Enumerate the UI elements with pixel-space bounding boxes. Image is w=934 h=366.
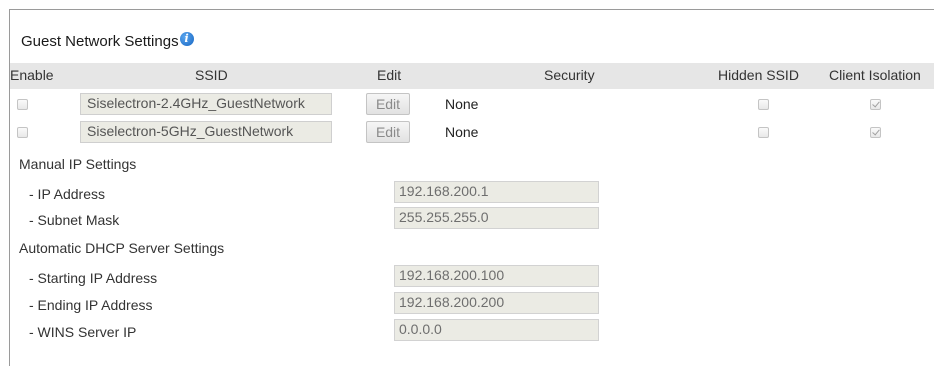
column-header-enable: Enable	[10, 67, 54, 83]
column-header-ssid: SSID	[195, 67, 228, 83]
ip-address-field[interactable]: 192.168.200.1	[394, 181, 599, 203]
info-icon[interactable]: i	[179, 31, 194, 46]
enable-checkbox[interactable]	[17, 99, 28, 110]
ssid-input[interactable]: Siselectron-5GHz_GuestNetwork	[80, 121, 332, 143]
dhcp-title: Automatic DHCP Server Settings	[19, 240, 225, 256]
column-header-security: Security	[544, 67, 595, 83]
client-isolation-checkbox[interactable]	[870, 99, 881, 110]
column-header-client-isolation: Client Isolation	[829, 67, 921, 83]
ssid-input[interactable]: Siselectron-2.4GHz_GuestNetwork	[80, 93, 332, 115]
security-value: None	[445, 96, 479, 112]
guest-network-title: Guest Network Settings	[21, 33, 179, 50]
section-title: Guest Network Settings i	[21, 31, 194, 50]
enable-checkbox[interactable]	[17, 127, 28, 138]
ip-address-label: - IP Address	[29, 186, 106, 202]
manual-ip-title: Manual IP Settings	[19, 156, 137, 172]
subnet-mask-label: - Subnet Mask	[29, 212, 120, 228]
edit-button[interactable]: Edit	[366, 93, 410, 115]
table-row: Siselectron-5GHz_GuestNetwork Edit None	[10, 120, 934, 146]
subnet-mask-field[interactable]: 255.255.255.0	[394, 207, 599, 229]
client-isolation-checkbox[interactable]	[870, 127, 881, 138]
starting-ip-field[interactable]: 192.168.200.100	[394, 265, 599, 287]
wins-server-field[interactable]: 0.0.0.0	[394, 319, 599, 341]
edit-button[interactable]: Edit	[366, 121, 410, 143]
table-row: Siselectron-2.4GHz_GuestNetwork Edit Non…	[10, 92, 934, 118]
starting-ip-label: - Starting IP Address	[29, 270, 158, 286]
hidden-ssid-checkbox[interactable]	[758, 99, 769, 110]
column-header-edit: Edit	[377, 67, 402, 83]
wins-server-label: - WINS Server IP	[29, 324, 137, 340]
ending-ip-field[interactable]: 192.168.200.200	[394, 292, 599, 314]
ending-ip-label: - Ending IP Address	[29, 297, 153, 313]
hidden-ssid-checkbox[interactable]	[758, 127, 769, 138]
column-header-hidden-ssid: Hidden SSID	[718, 67, 799, 83]
security-value: None	[445, 124, 479, 140]
table-header: Enable SSID Edit Security Hidden SSID Cl…	[10, 63, 934, 89]
